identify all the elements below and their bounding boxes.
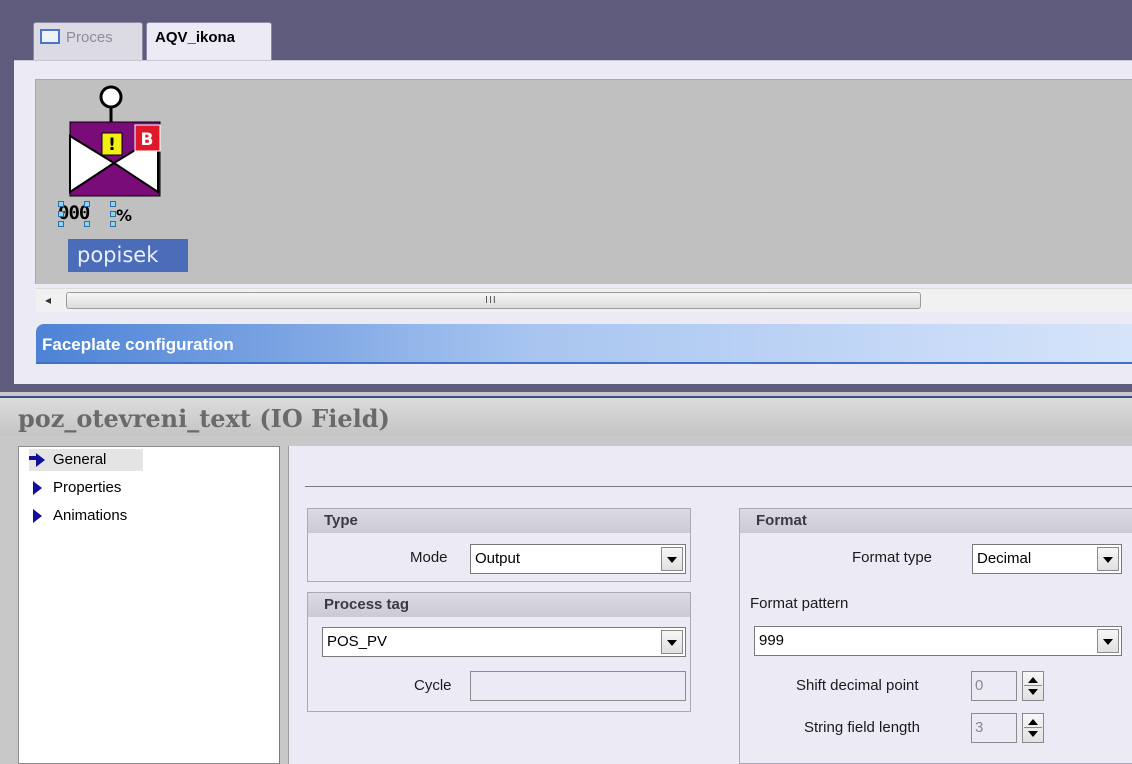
inspector-nav: General Properties Animations (18, 446, 280, 764)
faceplate-configuration-bar[interactable]: Faceplate configuration (36, 324, 1132, 364)
spin-divider (1024, 685, 1042, 686)
nav-item-properties[interactable]: Properties (29, 477, 121, 499)
io-field[interactable]: 000 (58, 201, 120, 228)
scroll-thumb[interactable]: III (66, 292, 921, 309)
scroll-grip-icon: III (485, 295, 497, 306)
nav-item-label: General (53, 451, 107, 468)
selection-handle[interactable] (58, 201, 64, 207)
cycle-label: Cycle (414, 677, 452, 694)
editor-frame: Proces AQV_ikona ! B 000 % popisek ◂ III… (0, 0, 1132, 392)
process-tag-value: POS_PV (327, 633, 388, 650)
format-type-value: Decimal (977, 550, 1032, 567)
nav-item-label: Properties (53, 479, 122, 496)
tab-proces[interactable]: Proces (33, 22, 143, 62)
svg-text:B: B (141, 130, 154, 150)
string-length-label: String field length (804, 719, 920, 736)
popisek-label[interactable]: popisek (68, 239, 188, 272)
string-length-field[interactable]: 3 (971, 713, 1017, 743)
nav-item-label: Animations (53, 507, 128, 524)
process-tag-group-header: Process tag (308, 593, 690, 617)
spin-divider (1024, 727, 1042, 728)
format-group-header: Format (740, 509, 1132, 533)
string-length-stepper[interactable] (1022, 713, 1044, 743)
process-tag-group: Process tag POS_PV Cycle (307, 592, 691, 712)
type-group-header: Type (308, 509, 690, 533)
drawing-canvas[interactable] (35, 79, 1132, 284)
b-badge: B (134, 124, 161, 152)
svg-text:!: ! (108, 135, 116, 155)
format-pattern-label: Format pattern (750, 595, 849, 612)
inspector-title: poz_otevreni_text (IO Field) (0, 396, 1132, 436)
chevron-down-icon[interactable] (661, 630, 683, 654)
scroll-left-icon[interactable]: ◂ (36, 289, 60, 312)
format-type-select[interactable]: Decimal (972, 544, 1122, 574)
format-group: Format Format type Decimal Format patter… (739, 508, 1132, 764)
nav-item-general[interactable]: General (29, 449, 143, 471)
chevron-down-icon[interactable] (1097, 547, 1119, 571)
tab-aqv-ikona-label: AQV_ikona (155, 29, 236, 46)
format-type-label: Format type (852, 549, 933, 566)
spin-down-icon (1028, 731, 1038, 737)
cycle-field[interactable] (470, 671, 686, 701)
window-icon (40, 29, 60, 44)
format-pattern-select[interactable]: 999 (754, 626, 1122, 656)
faceplate-title: Faceplate configuration (42, 335, 234, 354)
process-tag-select[interactable]: POS_PV (322, 627, 686, 657)
shift-decimal-stepper[interactable] (1022, 671, 1044, 701)
general-content: Type Mode Output Process tag POS_PV Cycl… (288, 446, 1132, 764)
spin-up-icon (1028, 677, 1038, 683)
tab-aqv-ikona[interactable]: AQV_ikona (146, 22, 272, 65)
mode-value: Output (475, 550, 521, 567)
selection-handle[interactable] (58, 221, 64, 227)
separator (305, 486, 1132, 487)
spin-down-icon (1028, 689, 1038, 695)
arrow-right-icon (33, 481, 42, 495)
inspector-panel: poz_otevreni_text (IO Field) General Pro… (0, 392, 1132, 764)
shift-decimal-label: Shift decimal point (796, 677, 919, 694)
warning-badge: ! (101, 132, 123, 156)
shift-decimal-field[interactable]: 0 (971, 671, 1017, 701)
mode-select[interactable]: Output (470, 544, 686, 574)
nav-item-animations[interactable]: Animations (29, 505, 127, 527)
selection-handle[interactable] (84, 201, 90, 207)
chevron-down-icon[interactable] (661, 547, 683, 571)
spin-up-icon (1028, 719, 1038, 725)
selection-handle[interactable] (84, 221, 90, 227)
format-pattern-value: 999 (759, 632, 785, 649)
chevron-down-icon[interactable] (1097, 629, 1119, 653)
type-group: Type Mode Output (307, 508, 691, 582)
arrow-right-icon (33, 509, 42, 523)
horizontal-scrollbar[interactable]: ◂ III (36, 288, 1132, 312)
percent-unit: % (116, 206, 133, 225)
mode-label: Mode (410, 549, 448, 566)
tab-proces-label: Proces (66, 29, 113, 46)
actuator-circle (99, 85, 123, 109)
selection-handle[interactable] (58, 211, 64, 217)
selected-arrow-icon (36, 453, 52, 467)
